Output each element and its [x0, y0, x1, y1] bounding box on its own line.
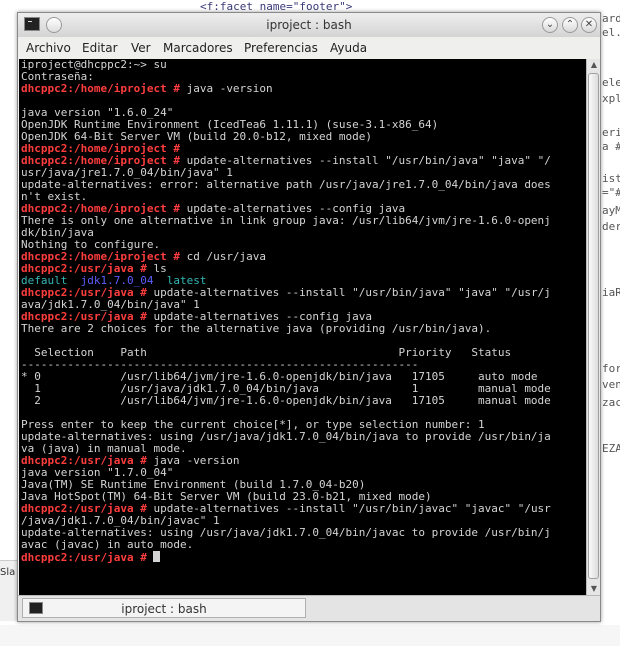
terminal-line: dhcppc2:/home/iproject # java -version	[21, 83, 586, 95]
terminal-line: iproject@dhcppc2:~> su	[21, 59, 586, 71]
terminal-text-segment: There is only one alternative in link gr…	[21, 214, 551, 227]
terminal-text-segment: cd /usr/java	[186, 250, 267, 263]
terminal-text-segment: update-alternatives: error: alternative …	[21, 178, 551, 191]
terminal-scrollbar[interactable]: ▲ ▼	[586, 59, 600, 595]
terminal-cursor	[153, 551, 161, 562]
terminal-text-segment: 2 /usr/lib64/jvm/jre-1.6.0-openjdk/bin/j…	[21, 394, 551, 407]
window-titlebar[interactable]: iproject : bash ⌄ ⌃ ✕	[18, 13, 600, 37]
terminal-line: 2 /usr/lib64/jvm/jre-1.6.0-openjdk/bin/j…	[21, 395, 586, 407]
terminal-text-segment: There are 2 choices for the alternative …	[21, 322, 492, 335]
minimize-button[interactable]: ⌄	[542, 17, 558, 33]
terminal-text: iproject@dhcppc2:~> su Contraseña: dhcppc2…	[19, 59, 586, 564]
tab-iproject-bash[interactable]: iproject : bash	[22, 598, 306, 618]
terminal-text-segment: update-alternatives --install "/usr/bin/…	[153, 286, 551, 299]
terminal-text-segment: avac (javac) in auto mode.	[21, 538, 194, 551]
background-side-panel: Sla	[0, 560, 18, 621]
scroll-down-arrow-icon[interactable]: ▼	[588, 583, 600, 595]
background-bottom-strip	[0, 625, 620, 646]
close-button[interactable]: ✕	[581, 17, 597, 33]
tab-label: iproject : bash	[121, 602, 207, 616]
menu-ayuda[interactable]: Ayuda	[330, 41, 367, 55]
menu-preferencias[interactable]: Preferencias	[244, 41, 318, 55]
menu-archivo[interactable]: Archivo	[26, 41, 71, 55]
window-title: iproject : bash	[266, 18, 352, 32]
menubar: Archivo Editar Ver Marcadores Preferenci…	[18, 37, 600, 59]
maximize-button[interactable]: ⌃	[562, 17, 578, 33]
terminal-line: There is only one alternative in link gr…	[21, 215, 586, 227]
shell-prompt: dhcppc2:/usr/java #	[21, 551, 154, 564]
shell-prompt: dhcppc2:/home/iproject #	[21, 82, 187, 95]
terminal-line: There are 2 choices for the alternative …	[21, 323, 586, 335]
terminal-text-segment: java -version	[186, 82, 273, 95]
tab-bar: iproject : bash	[18, 595, 600, 621]
scroll-up-arrow-icon[interactable]: ▲	[588, 59, 600, 71]
terminal-text-segment: update-alternatives --install "/usr/bin/…	[186, 154, 551, 167]
terminal-output[interactable]: iproject@dhcppc2:~> su Contraseña: dhcppc2…	[19, 59, 586, 595]
menu-editar[interactable]: Editar	[82, 41, 118, 55]
menu-marcadores[interactable]: Marcadores	[163, 41, 233, 55]
terminal-line: update-alternatives: error: alternative …	[21, 179, 586, 191]
terminal-line: dhcppc2:/usr/java #	[21, 551, 586, 564]
terminal-window: iproject : bash ⌄ ⌃ ✕ Archivo Editar Ver…	[17, 12, 601, 622]
background-editor-right-strip: ard el.s eles xplo eria a # ist ="# ayM …	[602, 12, 620, 455]
terminal-line: avac (javac) in auto mode.	[21, 539, 586, 551]
scrollbar-thumb[interactable]	[588, 73, 599, 579]
menu-ver[interactable]: Ver	[131, 41, 151, 55]
